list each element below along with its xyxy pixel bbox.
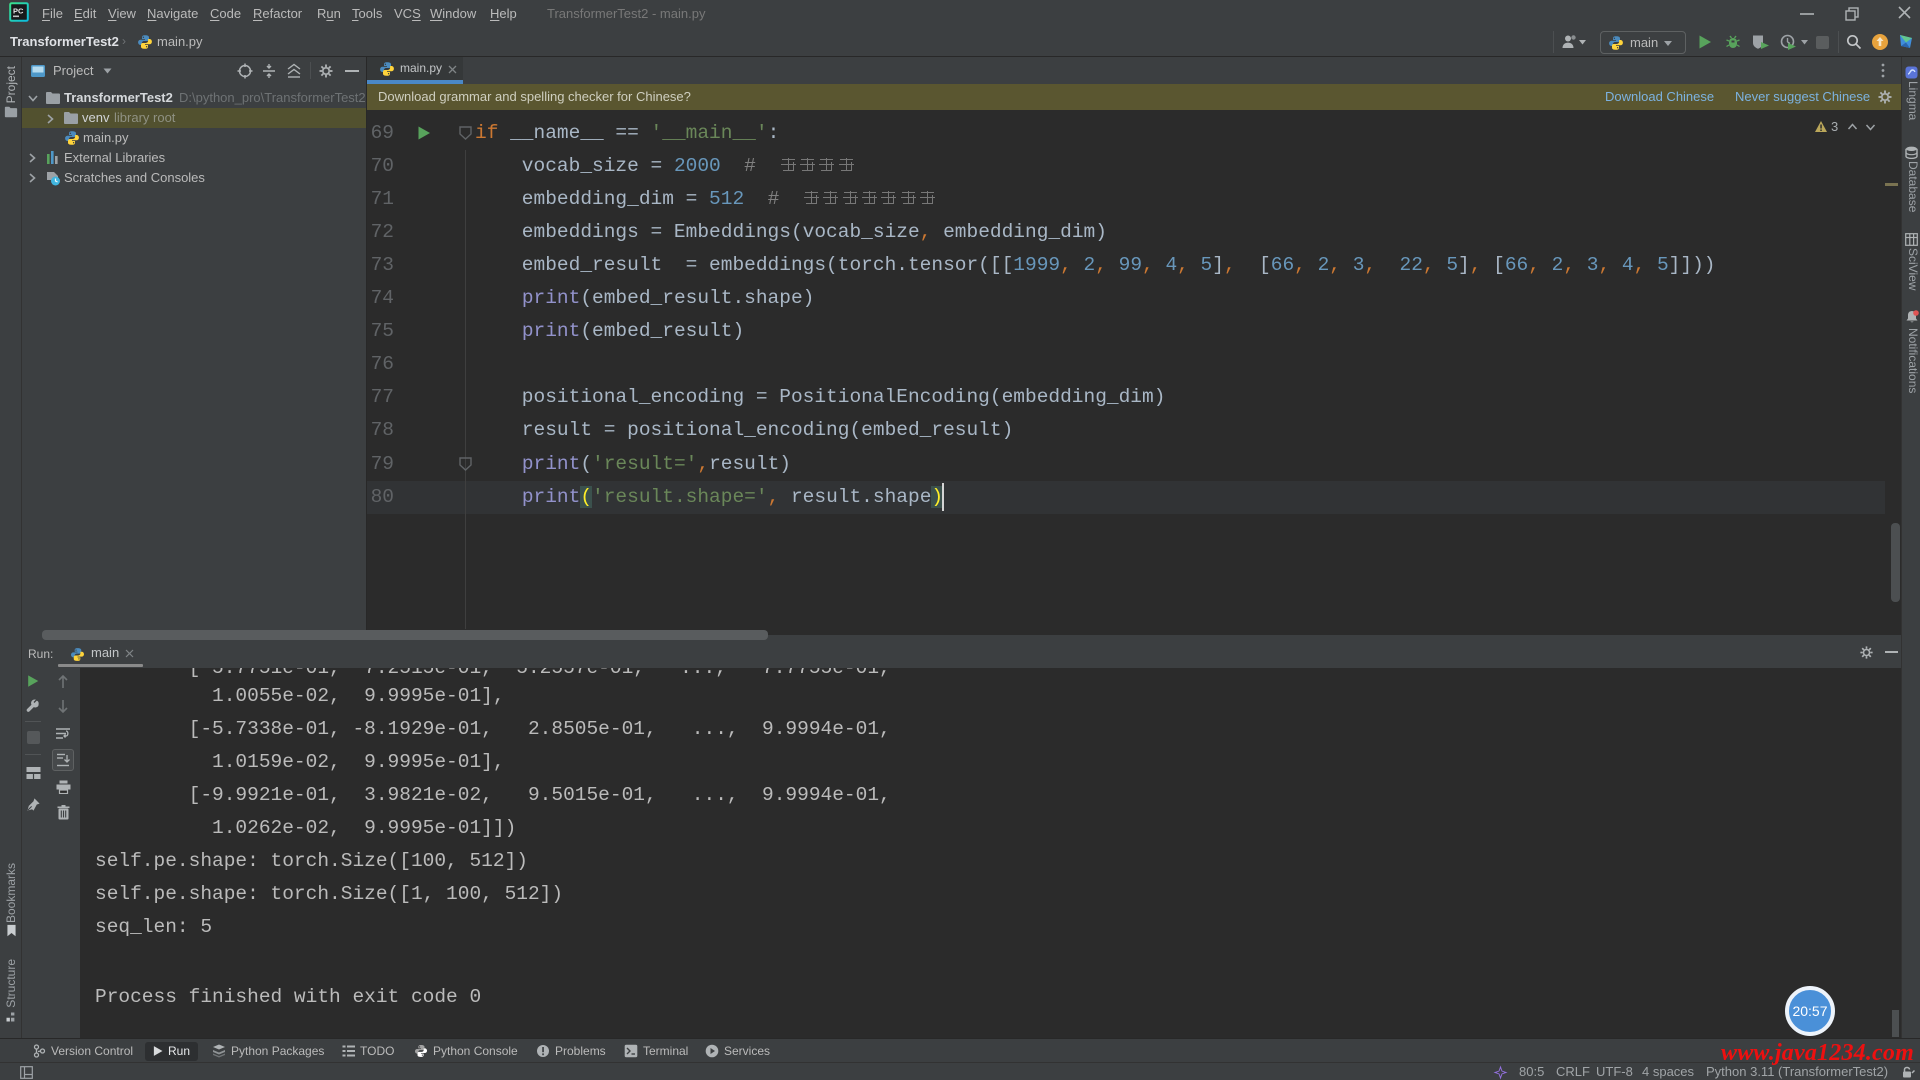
- svg-text:PC: PC: [13, 7, 24, 16]
